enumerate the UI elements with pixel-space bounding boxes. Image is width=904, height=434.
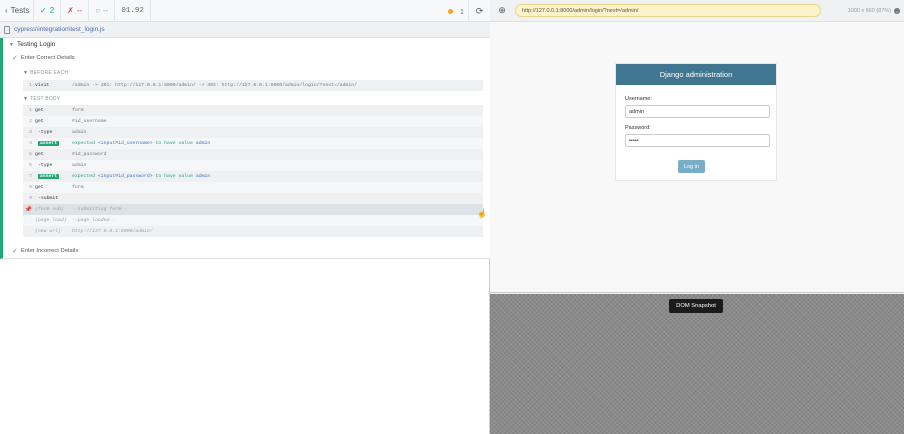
failed-count: -- [76, 6, 83, 15]
assert-row[interactable]: 7 assert expected <input#id_password> to… [23, 171, 483, 182]
caret-down-icon: ▼ [23, 96, 29, 102]
check-icon: ✓ [12, 55, 18, 62]
chevron-left-icon: ‹ [5, 6, 8, 15]
command-row[interactable]: 8 get form [23, 182, 483, 193]
info-icon[interactable]: i [894, 8, 900, 14]
command-row[interactable]: 6 -type admin [23, 160, 483, 171]
login-button[interactable]: Log in [678, 160, 705, 173]
running-dot-icon [447, 8, 453, 14]
url-bar: ⊕ http://127.0.0.1:8000/admin/login/?nex… [490, 0, 904, 22]
event-row[interactable]: 📌 (form sub) --submitting form-- [23, 204, 483, 215]
command-row[interactable]: 9 -submit [23, 193, 483, 204]
caret-down-icon: ▼ [23, 70, 29, 76]
command-row[interactable]: 3 -type admin [23, 127, 483, 138]
passed-stat: ✓ 2 [34, 0, 62, 22]
url-field[interactable]: http://127.0.0.1:8000/admin/login/?next=… [515, 4, 821, 17]
assert-badge: assert [38, 141, 60, 146]
duration-stat: 01.92 [115, 0, 151, 22]
pending-count: -- [103, 6, 109, 15]
pin-icon: 📌 [24, 206, 32, 213]
django-login-box: Django administration Username: admin Pa… [615, 63, 777, 181]
test-body-hook[interactable]: ▼ TEST BODY [23, 96, 60, 102]
arrows-vertical-icon: ↕ [459, 6, 465, 16]
spec-path: cypress\integration\test_login.js [14, 26, 105, 33]
reporter-header: ‹ Tests ✓ 2 ✗ -- ○ -- 01.92 ↕ ⟳ [0, 0, 490, 22]
circle-icon: ○ [95, 6, 101, 15]
cross-icon: ✗ [67, 6, 74, 15]
before-each-hook[interactable]: ▼ BEFORE EACH [23, 70, 68, 76]
check-icon: ✓ [40, 6, 47, 15]
mouse-cursor-icon: ☝ [477, 209, 487, 218]
app-under-test-pane: ⊕ http://127.0.0.1:8000/admin/login/?nex… [490, 0, 904, 434]
cypress-runner: ‹ Tests ✓ 2 ✗ -- ○ -- 01.92 ↕ ⟳ cypress\… [0, 0, 904, 434]
snapshot-overlay: DOM Snapshot [490, 294, 904, 434]
status-indicator [444, 0, 456, 22]
username-field[interactable]: admin [625, 105, 770, 118]
command-row[interactable]: 2 get #id_username [23, 116, 483, 127]
password-label: Password: [625, 125, 651, 131]
tests-label: Tests [10, 6, 30, 15]
refresh-icon: ⟳ [475, 5, 484, 16]
password-field[interactable]: ••••• [625, 134, 770, 147]
reporter-pane: ‹ Tests ✓ 2 ✗ -- ○ -- 01.92 ↕ ⟳ cypress\… [0, 0, 490, 434]
suite-title[interactable]: ▼ Testing Login [9, 41, 55, 48]
test-incorrect-details[interactable]: ✓ Enter Incorrect Details [12, 247, 78, 255]
dom-snapshot-label: DOM Snapshot [669, 299, 723, 313]
assert-row[interactable]: 4 assert expected <input#id_username> to… [23, 138, 483, 149]
selector-playground-icon[interactable]: ⊕ [490, 5, 514, 16]
pending-stat: ○ -- [89, 0, 116, 22]
suite-runnable: ▼ Testing Login ✓ Enter Correct Details … [0, 38, 490, 259]
event-row[interactable]: (new url) http://127.0.0.1:8000/admin/ [23, 226, 483, 237]
django-header: Django administration [616, 64, 776, 85]
restart-button[interactable]: ⟳ [468, 0, 490, 22]
command-row[interactable]: 1 get form [23, 105, 483, 116]
file-icon [4, 25, 10, 34]
check-icon: ✓ [12, 248, 18, 255]
duration: 01.92 [121, 6, 144, 15]
viewport-info: 1000 x 660 (87%) i [848, 0, 900, 22]
reporter-controls: ↕ ⟳ [444, 0, 490, 22]
event-row[interactable]: (page load) --page loaded-- [23, 215, 483, 226]
passed-count: 2 [49, 6, 55, 15]
command-row[interactable]: 1 visit /admin -> 301: http://127.0.0.1:… [23, 80, 483, 91]
test-correct-details[interactable]: ✓ Enter Correct Details [12, 54, 75, 62]
assert-badge: assert [38, 174, 60, 179]
command-row[interactable]: 5 get #id_password [23, 149, 483, 160]
spec-file-bar[interactable]: cypress\integration\test_login.js [0, 22, 490, 38]
auto-scroll-button[interactable]: ↕ [456, 0, 468, 22]
failed-stat: ✗ -- [61, 0, 90, 22]
username-label: Username: [625, 96, 652, 102]
tests-back-button[interactable]: ‹ Tests [0, 0, 34, 22]
caret-down-icon: ▼ [9, 41, 14, 48]
aut-iframe: Django administration Username: admin Pa… [490, 22, 904, 293]
